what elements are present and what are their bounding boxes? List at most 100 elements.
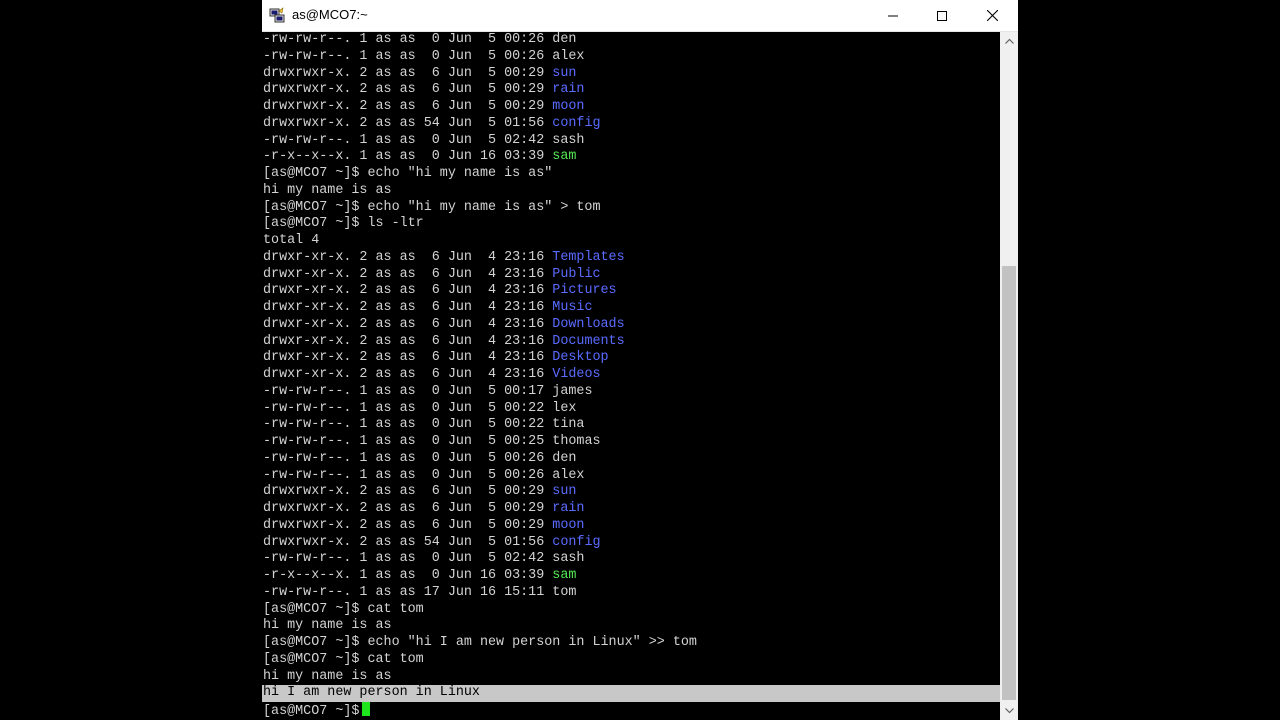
directory-name: Downloads <box>552 316 625 332</box>
terminal-line: drwxrwxr-x. 2 as as 54 Jun 5 01:56 confi… <box>262 116 1000 133</box>
directory-name: Public <box>552 266 601 282</box>
line-text: drwxrwxr-x. 2 as as 6 Jun 5 00:29 <box>263 517 553 533</box>
executable-name: sam <box>552 149 577 165</box>
terminal-output[interactable]: -rw-rw-r--. 1 as as 0 Jun 5 00:26 den -rw… <box>262 32 1000 720</box>
terminal-line: -rw-rw-r--. 1 as as 0 Jun 5 00:22 lex <box>262 401 1000 418</box>
line-text: -rw-rw-r--. 1 as as 0 Jun 5 00:26 <box>263 450 553 466</box>
directory-name: Desktop <box>552 350 609 366</box>
file-name: alex <box>552 48 585 64</box>
directory-name: Videos <box>552 367 601 382</box>
chevron-up-icon <box>1004 38 1014 44</box>
terminal-line: -r-x--x--x. 1 as as 0 Jun 16 03:39 sam <box>262 568 1000 585</box>
line-text: -rw-rw-r--. 1 as as 0 Jun 5 00:26 <box>263 32 553 47</box>
terminal-window: as@MCO7:~ -rw-rw-r--. 1 as as 0 Jun 5 00… <box>262 0 1018 720</box>
directory-name: rain <box>552 501 585 516</box>
file-name: sash <box>552 132 585 148</box>
terminal-line: -rw-rw-r--. 1 as as 0 Jun 5 00:26 den <box>262 451 1000 468</box>
terminal-line: drwxrwxr-x. 2 as as 6 Jun 5 00:29 sun <box>262 484 1000 501</box>
directory-name: Documents <box>552 333 625 349</box>
directory-name: config <box>552 115 601 131</box>
terminal-line: drwxr-xr-x. 2 as as 6 Jun 4 23:16 Music <box>262 300 1000 317</box>
line-text: [as@MCO7 ~]$ echo "hi my name is as" > t… <box>263 199 601 215</box>
maximize-icon <box>937 10 947 21</box>
terminal-line: drwxr-xr-x. 2 as as 6 Jun 4 23:16 Docume… <box>262 334 1000 351</box>
title-bar[interactable]: as@MCO7:~ <box>262 0 1018 32</box>
executable-name: sam <box>552 568 577 583</box>
terminal-line: -r-x--x--x. 1 as as 0 Jun 16 03:39 sam <box>262 149 1000 166</box>
text-cursor <box>362 702 371 716</box>
directory-name: moon <box>552 99 585 114</box>
line-text: -r-x--x--x. 1 as as 0 Jun 16 03:39 <box>263 149 553 165</box>
line-text: drwxr-xr-x. 2 as as 6 Jun 4 23:16 <box>263 350 553 366</box>
terminal-line: [as@MCO7 ~]$ echo "hi my name is as" > t… <box>262 200 1000 217</box>
shell-prompt: [as@MCO7 ~]$ <box>263 704 360 719</box>
directory-name: sun <box>552 484 577 500</box>
line-text: drwxrwxr-x. 2 as as 6 Jun 5 00:29 <box>263 65 553 81</box>
line-text: hi my name is as <box>263 668 392 684</box>
terminal-line-selected: hi I am new person in Linux <box>262 685 1000 702</box>
terminal-line: drwxrwxr-x. 2 as as 6 Jun 5 00:29 moon <box>262 518 1000 535</box>
terminal-line: -rw-rw-r--. 1 as as 0 Jun 5 00:22 tina <box>262 417 1000 434</box>
terminal-line: [as@MCO7 ~]$ cat tom <box>262 652 1000 669</box>
terminal-line: drwxrwxr-x. 2 as as 6 Jun 5 00:29 sun <box>262 66 1000 83</box>
line-text: drwxr-xr-x. 2 as as 6 Jun 4 23:16 <box>263 283 553 299</box>
file-name: den <box>552 450 577 466</box>
line-text: hi my name is as <box>263 182 392 198</box>
line-text: drwxr-xr-x. 2 as as 6 Jun 4 23:16 <box>263 367 553 382</box>
vertical-scrollbar[interactable] <box>1000 32 1018 720</box>
terminal-line: [as@MCO7 ~]$ cat tom <box>262 602 1000 619</box>
terminal-line: [as@MCO7 ~]$ echo "hi my name is as" <box>262 166 1000 183</box>
line-text: drwxrwxr-x. 2 as as 54 Jun 5 01:56 <box>263 115 553 131</box>
line-text: drwxrwxr-x. 2 as as 6 Jun 5 00:29 <box>263 484 553 500</box>
line-text: [as@MCO7 ~]$ ls -ltr <box>263 216 424 232</box>
terminal-line: [as@MCO7 ~]$ echo "hi I am new person in… <box>262 635 1000 652</box>
minimize-button[interactable] <box>870 0 916 31</box>
chevron-down-icon <box>1004 708 1014 714</box>
directory-name: rain <box>552 82 585 98</box>
terminal-line: drwxr-xr-x. 2 as as 6 Jun 4 23:16 Pictur… <box>262 283 1000 300</box>
line-text: -r-x--x--x. 1 as as 0 Jun 16 03:39 <box>263 568 553 583</box>
file-name: tina <box>552 417 585 433</box>
terminal-line: -rw-rw-r--. 1 as as 0 Jun 5 02:42 sash <box>262 551 1000 568</box>
terminal-line: drwxr-xr-x. 2 as as 6 Jun 4 23:16 Videos <box>262 367 1000 384</box>
line-text: -rw-rw-r--. 1 as as 0 Jun 5 00:22 <box>263 417 553 433</box>
terminal-line: -rw-rw-r--. 1 as as 0 Jun 5 00:26 den <box>262 32 1000 49</box>
directory-name: sun <box>552 65 577 81</box>
terminal-line: total 4 <box>262 233 1000 250</box>
terminal-line: -rw-rw-r--. 1 as as 0 Jun 5 00:25 thomas <box>262 434 1000 451</box>
terminal-line: -rw-rw-r--. 1 as as 17 Jun 16 15:11 tom <box>262 585 1000 602</box>
line-text: -rw-rw-r--. 1 as as 0 Jun 5 02:42 <box>263 132 553 148</box>
file-name: alex <box>552 467 585 483</box>
terminal-line: drwxr-xr-x. 2 as as 6 Jun 4 23:16 Public <box>262 267 1000 284</box>
scroll-up-button[interactable] <box>1000 32 1018 50</box>
file-name: tom <box>552 584 577 600</box>
line-text: drwxrwxr-x. 2 as as 6 Jun 5 00:29 <box>263 501 553 516</box>
directory-name: config <box>552 534 601 550</box>
window-title: as@MCO7:~ <box>292 7 368 22</box>
line-text: drwxrwxr-x. 2 as as 6 Jun 5 00:29 <box>263 82 553 98</box>
file-name: thomas <box>552 434 601 449</box>
scroll-down-button[interactable] <box>1000 702 1018 720</box>
close-button[interactable] <box>969 0 1015 31</box>
terminal-line: hi my name is as <box>262 669 1000 686</box>
line-text: -rw-rw-r--. 1 as as 0 Jun 5 00:26 <box>263 48 553 64</box>
terminal-line: -rw-rw-r--. 1 as as 0 Jun 5 00:17 james <box>262 384 1000 401</box>
terminal-line: hi my name is as <box>262 618 1000 635</box>
maximize-button[interactable] <box>919 0 965 31</box>
terminal-line: -rw-rw-r--. 1 as as 0 Jun 5 02:42 sash <box>262 133 1000 150</box>
terminal-line: -rw-rw-r--. 1 as as 0 Jun 5 00:26 alex <box>262 49 1000 66</box>
putty-app-icon[interactable] <box>269 7 286 24</box>
prompt-line[interactable]: [as@MCO7 ~]$ <box>262 702 1000 719</box>
directory-name: Pictures <box>552 283 617 299</box>
terminal-line: drwxr-xr-x. 2 as as 6 Jun 4 23:16 Deskto… <box>262 350 1000 367</box>
line-text: drwxr-xr-x. 2 as as 6 Jun 4 23:16 <box>263 266 553 282</box>
line-text: drwxr-xr-x. 2 as as 6 Jun 4 23:16 <box>263 333 553 349</box>
line-text: drwxr-xr-x. 2 as as 6 Jun 4 23:16 <box>263 300 553 315</box>
terminal-line: drwxrwxr-x. 2 as as 6 Jun 5 00:29 rain <box>262 82 1000 99</box>
scrollbar-thumb[interactable] <box>1002 266 1016 700</box>
line-text: -rw-rw-r--. 1 as as 17 Jun 16 15:11 <box>263 584 553 600</box>
line-text: [as@MCO7 ~]$ echo "hi I am new person in… <box>263 635 697 650</box>
line-text: hi I am new person in Linux <box>263 685 480 701</box>
minimize-icon <box>888 15 898 16</box>
line-text: -rw-rw-r--. 1 as as 0 Jun 5 00:22 <box>263 400 553 416</box>
